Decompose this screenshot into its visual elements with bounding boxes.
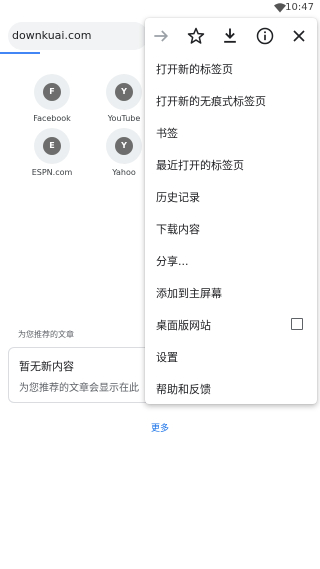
menu-item-history[interactable]: 历史记录 bbox=[145, 180, 317, 212]
download-icon[interactable] bbox=[220, 26, 240, 46]
menu-item-settings[interactable]: 设置 bbox=[145, 340, 317, 372]
overflow-menu: 打开新的标签页 打开新的无痕式标签页 书签 最近打开的标签页 历史记录 下载内容… bbox=[145, 18, 317, 404]
url-bar[interactable]: downkuai.com bbox=[8, 22, 148, 50]
clock: 10:47 bbox=[285, 2, 314, 13]
articles-section-header: 为您推荐的文章 bbox=[18, 330, 74, 339]
menu-item-downloads[interactable]: 下载内容 bbox=[145, 212, 317, 244]
tile-label: ESPN.com bbox=[31, 168, 73, 177]
url-text[interactable]: downkuai.com bbox=[12, 29, 91, 42]
menu-item-add-to-home-screen[interactable]: 添加到主屏幕 bbox=[145, 276, 317, 308]
menu-item-share[interactable]: 分享... bbox=[145, 244, 317, 276]
tile-icon: Y bbox=[106, 74, 142, 110]
menu-item-desktop-site[interactable]: 桌面版网站 bbox=[145, 308, 317, 340]
status-bar: 10:47 bbox=[0, 0, 320, 16]
menu-item-recent-tabs[interactable]: 最近打开的标签页 bbox=[145, 148, 317, 180]
page-load-progress bbox=[0, 52, 40, 54]
tile-icon: Y bbox=[106, 128, 142, 164]
article-card-title: 暂无新内容 bbox=[19, 360, 74, 373]
tile-icon: F bbox=[34, 74, 70, 110]
close-icon[interactable] bbox=[289, 26, 309, 46]
article-card-subtitle: 为您推荐的文章会显示在此 bbox=[19, 383, 139, 394]
menu-icon-row bbox=[145, 18, 317, 54]
bookmark-star-icon[interactable] bbox=[186, 26, 206, 46]
tile-espn[interactable]: E ESPN.com bbox=[22, 128, 82, 177]
desktop-site-checkbox[interactable] bbox=[291, 318, 303, 330]
tile-facebook[interactable]: F Facebook bbox=[22, 74, 82, 123]
menu-item-help-feedback[interactable]: 帮助和反馈 bbox=[145, 372, 317, 404]
forward-icon[interactable] bbox=[151, 26, 171, 46]
menu-item-new-tab[interactable]: 打开新的标签页 bbox=[145, 52, 317, 84]
info-icon[interactable] bbox=[255, 26, 275, 46]
more-button[interactable]: 更多 bbox=[151, 421, 169, 434]
menu-item-new-incognito-tab[interactable]: 打开新的无痕式标签页 bbox=[145, 84, 317, 116]
tile-icon: E bbox=[34, 128, 70, 164]
tile-label: Facebook bbox=[33, 114, 71, 123]
menu-item-bookmarks[interactable]: 书签 bbox=[145, 116, 317, 148]
